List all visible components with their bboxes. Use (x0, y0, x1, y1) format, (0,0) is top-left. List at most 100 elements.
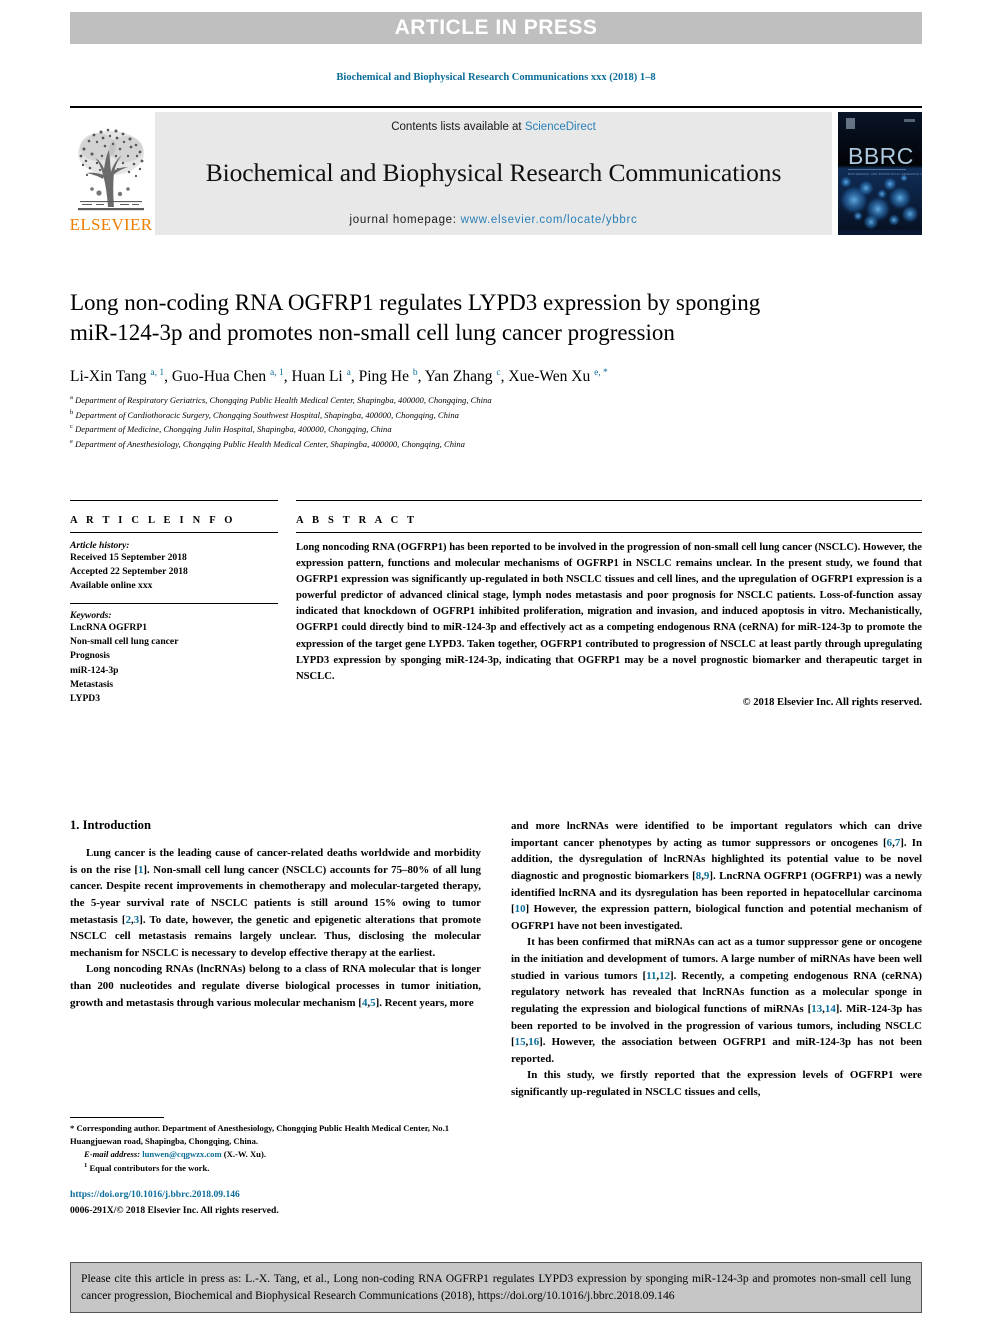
author-name: Ping He (358, 367, 409, 385)
divider (296, 532, 922, 533)
affiliation-text: Department of Cardiothoracic Surgery, Ch… (75, 409, 459, 420)
cite-in-press-box: Please cite this article in press as: L.… (70, 1262, 922, 1314)
article-title: Long non-coding RNA OGFRP1 regulates LYP… (70, 290, 761, 346)
article-history-item: Available online xxx (70, 580, 153, 592)
affiliation-mark: c (70, 423, 73, 431)
email-link[interactable]: lunwen@cqgwzx.com (142, 1149, 221, 1159)
citation-ref[interactable]: 3 (134, 914, 139, 926)
author-affiliation-marks: b (412, 367, 418, 378)
article-info-column: A R T I C L E I N F O Article history: R… (70, 500, 278, 708)
elsevier-tree-icon (72, 123, 150, 215)
paragraph: In this study, we firstly reported that … (511, 1069, 922, 1098)
article-history-group: Article history: Received 15 September 2… (70, 540, 278, 593)
keyword-item: LncRNA OGFRP1 (70, 622, 148, 634)
citation-ref[interactable]: 1 (138, 864, 143, 876)
author-affiliation-marks: e, * (594, 367, 608, 378)
contents-lists-prefix: Contents lists available at (391, 121, 525, 133)
keywords-heading: Keywords: (70, 610, 112, 622)
title-block: Long non-coding RNA OGFRP1 regulates LYP… (70, 288, 922, 452)
journal-homepage-prefix: journal homepage: (349, 213, 461, 226)
citation-ref[interactable]: 8 (696, 870, 701, 882)
citation-ref[interactable]: 9 (704, 870, 709, 882)
journal-homepage-link[interactable]: www.elsevier.com/locate/ybbrc (461, 214, 638, 226)
author-affiliation-marks: a, 1 (150, 367, 165, 378)
contents-lists-line: Contents lists available at ScienceDirec… (391, 121, 596, 133)
equal-contribution-note: 1 Equal contributors for the work. (70, 1161, 481, 1175)
abstract-label: A B S T R A C T (296, 515, 418, 526)
running-head-citation: Biochemical and Biophysical Research Com… (336, 72, 656, 83)
elsevier-wordmark: ELSEVIER (69, 215, 153, 234)
abstract-copyright: © 2018 Elsevier Inc. All rights reserved… (742, 696, 922, 708)
journal-masthead: ELSEVIER Contents lists available at Sci… (70, 106, 922, 235)
paragraph: Lung cancer is the leading cause of canc… (70, 847, 481, 959)
author-entry[interactable]: Ping He b (359, 368, 418, 385)
affiliation-item: c Department of Medicine, Chongqing Juli… (70, 422, 922, 437)
author-entry[interactable]: Li-Xin Tang a, 1 (70, 368, 164, 385)
email-attribution: (X.-W. Xu). (223, 1149, 266, 1160)
footnote-block: * Corresponding author. Department of An… (70, 1116, 481, 1218)
author-entry[interactable]: Yan Zhang c (425, 368, 501, 385)
affiliation-text: Department of Anesthesiology, Chongqing … (75, 439, 465, 450)
keyword-item: LYPD3 (70, 692, 101, 704)
journal-title: Biochemical and Biophysical Research Com… (205, 158, 782, 188)
sciencedirect-link[interactable]: ScienceDirect (525, 121, 596, 133)
svg-text:BIOCHEMICAL AND BIOPHYSICAL RE: BIOCHEMICAL AND BIOPHYSICAL RESEARCH COM… (848, 172, 922, 176)
citation-ref[interactable]: 11 (646, 970, 656, 982)
affiliation-mark: e (70, 438, 73, 446)
author-entry[interactable]: Huan Li a (292, 368, 351, 385)
citation-ref[interactable]: 2 (126, 914, 131, 926)
citation-ref[interactable]: 14 (825, 1003, 836, 1015)
paragraph: Long noncoding RNAs (lncRNAs) belong to … (70, 963, 481, 1009)
journal-homepage-line: journal homepage: www.elsevier.com/locat… (350, 214, 638, 226)
citation-ref[interactable]: 4 (362, 997, 367, 1009)
divider (70, 532, 278, 533)
citation-ref[interactable]: 13 (811, 1003, 822, 1015)
article-history-item: Received 15 September 2018 (70, 552, 187, 563)
author-name: Huan Li (291, 367, 343, 385)
journal-cover-thumbnail: BBRC BIOCHEMICAL AND BIOPHYSICAL RESEARC… (838, 112, 922, 235)
doi-link[interactable]: https://doi.org/10.1016/j.bbrc.2018.09.1… (70, 1189, 481, 1200)
author-affiliation-marks: a (346, 367, 351, 378)
citation-ref[interactable]: 10 (515, 903, 526, 915)
equal-contribution-text: Equal contributors for the work. (89, 1162, 210, 1173)
author-affiliation-marks: c (496, 367, 501, 378)
info-abstract-region: A R T I C L E I N F O Article history: R… (70, 500, 922, 708)
affiliation-mark: a (70, 393, 73, 401)
citation-ref[interactable]: 7 (895, 837, 900, 849)
author-affiliation-marks: a, 1 (270, 367, 284, 378)
author-entry[interactable]: Xue-Wen Xu e, * (508, 368, 607, 385)
introduction-heading: 1. Introduction (70, 818, 151, 832)
citation-ref[interactable]: 6 (887, 837, 892, 849)
paragraph: It has been confirmed that miRNAs can ac… (511, 936, 923, 1065)
masthead-center-panel: Contents lists available at ScienceDirec… (155, 112, 832, 235)
footnote-mark: 1 (84, 1162, 88, 1170)
article-in-press-banner: ARTICLE IN PRESS (70, 12, 922, 44)
citation-ref[interactable]: 15 (515, 1036, 526, 1048)
article-in-press-label: ARTICLE IN PRESS (394, 16, 598, 39)
svg-text:BBRC: BBRC (848, 143, 914, 169)
citation-ref[interactable]: 12 (659, 970, 670, 982)
cite-in-press-text: Please cite this article in press as: L.… (81, 1272, 911, 1303)
doi-block: https://doi.org/10.1016/j.bbrc.2018.09.1… (70, 1189, 481, 1218)
keyword-item: Metastasis (70, 678, 114, 690)
keyword-item: Non-small cell lung cancer (70, 636, 179, 648)
introduction-section: 1. Introduction Lung cancer is the leadi… (70, 818, 922, 1218)
keyword-item: Prognosis (70, 650, 110, 662)
paragraph: and more lncRNAs were identified to be i… (511, 820, 923, 932)
email-note: E-mail address: lunwen@cqgwzx.com (X.-W.… (70, 1148, 481, 1161)
article-history-item: Accepted 22 September 2018 (70, 566, 188, 578)
affiliation-item: b Department of Cardiothoracic Surgery, … (70, 408, 922, 423)
author-entry[interactable]: Guo-Hua Chen a, 1 (172, 368, 284, 385)
abstract-text: Long noncoding RNA (OGFRP1) has been rep… (296, 542, 922, 682)
issn-copyright-line: 0006-291X/© 2018 Elsevier Inc. All right… (70, 1205, 279, 1216)
citation-ref[interactable]: 16 (528, 1036, 539, 1048)
affiliation-text: Department of Medicine, Chongqing Julin … (75, 424, 392, 435)
corresponding-author-note: * Corresponding author. Department of An… (70, 1122, 450, 1146)
affiliation-item: a Department of Respiratory Geriatrics, … (70, 393, 922, 408)
author-name: Li-Xin Tang (70, 367, 147, 385)
email-label: E-mail address: (84, 1149, 141, 1160)
citation-ref[interactable]: 5 (370, 997, 375, 1009)
affiliation-text: Department of Respiratory Geriatrics, Ch… (75, 394, 492, 405)
keyword-item: miR-124-3p (70, 664, 119, 676)
article-info-label: A R T I C L E I N F O (70, 515, 236, 526)
